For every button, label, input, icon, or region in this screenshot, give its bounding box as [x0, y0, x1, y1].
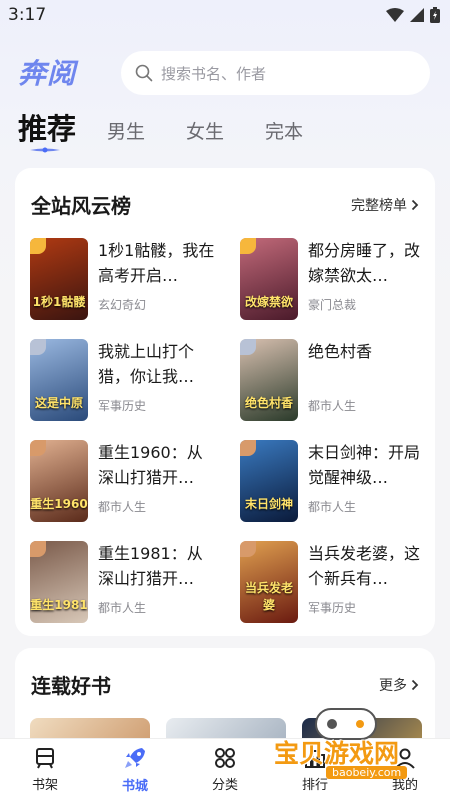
rank-badge	[240, 339, 256, 355]
nav-bookshelf[interactable]: 书架	[10, 746, 80, 793]
nav-category[interactable]: 分类	[190, 746, 260, 793]
book-category: 玄幻奇幻	[98, 298, 147, 312]
wifi-icon	[386, 8, 404, 22]
rank-badge	[30, 541, 46, 557]
category-icon	[215, 748, 235, 768]
status-time: 3:17	[8, 5, 47, 25]
tab-female[interactable]: 女生	[186, 117, 224, 154]
cover-title: 当兵发老婆	[244, 581, 293, 612]
book-cover[interactable]: 改嫁禁欲	[240, 238, 298, 320]
book-item[interactable]: 末日剑神 末日剑神：开局觉醒神级… 都市人生	[240, 440, 420, 522]
book-category: 都市人生	[308, 500, 357, 514]
ranking-card: 全站风云榜 完整榜单 1秒1骷髅 1秒1骷髅，我在高考开启… 玄幻奇幻 改嫁禁欲 都分房…	[15, 168, 435, 636]
rank-badge	[30, 238, 46, 254]
cover-title: 末日剑神	[244, 497, 293, 511]
book-info: 末日剑神：开局觉醒神级… 都市人生	[308, 440, 420, 522]
book-info: 1秒1骷髅，我在高考开启… 玄幻奇幻	[98, 238, 218, 320]
cover-title: 重生1960	[30, 497, 88, 511]
book-item[interactable]: 改嫁禁欲 都分房睡了，改嫁禁欲太… 豪门总裁	[240, 238, 420, 320]
book-title[interactable]: 末日剑神：开局觉醒神级…	[308, 440, 420, 490]
category-tabs: 推荐 男生 女生 完本	[18, 106, 344, 154]
app-logo: 奔阅	[18, 57, 77, 90]
chevron-right-icon	[411, 199, 419, 210]
book-info: 我就上山打个猎，你让我… 军事历史	[98, 339, 218, 421]
book-info: 重生1960：从深山打猎开… 都市人生	[98, 440, 218, 522]
cover-title: 重生1981	[30, 598, 88, 612]
book-item[interactable]: 绝色村香 绝色村香 都市人生	[240, 339, 420, 421]
book-info: 都分房睡了，改嫁禁欲太… 豪门总裁	[308, 238, 420, 320]
book-category: 都市人生	[98, 601, 147, 615]
book-category: 都市人生	[98, 500, 147, 514]
serial-more-label: 更多	[379, 677, 407, 694]
book-cover[interactable]: 这是中原	[30, 339, 88, 421]
chevron-right-icon	[411, 679, 419, 690]
book-category: 军事历史	[308, 601, 357, 615]
rank-badge	[30, 339, 46, 355]
watermark-text: 宝贝游戏网	[274, 739, 400, 768]
book-cover[interactable]: 重生1960	[30, 440, 88, 522]
book-title[interactable]: 都分房睡了，改嫁禁欲太…	[308, 238, 420, 288]
nav-label: 书架	[31, 778, 58, 793]
status-bar: 3:17	[0, 0, 450, 32]
book-item[interactable]: 重生1960 重生1960：从深山打猎开… 都市人生	[30, 440, 240, 522]
full-ranking-link[interactable]: 完整榜单	[351, 195, 419, 215]
full-ranking-label: 完整榜单	[351, 197, 407, 214]
rank-badge	[30, 440, 46, 456]
book-title[interactable]: 当兵发老婆，这个新兵有…	[308, 541, 420, 591]
book-info: 绝色村香 都市人生	[308, 339, 420, 421]
search-input[interactable]: 搜索书名、作者	[121, 51, 430, 95]
book-cover[interactable]: 绝色村香	[240, 339, 298, 421]
rank-badge	[240, 541, 256, 557]
cover-title: 这是中原	[34, 396, 83, 410]
book-title[interactable]: 重生1981：从深山打猎开…	[98, 541, 218, 591]
book-item[interactable]: 1秒1骷髅 1秒1骷髅，我在高考开启… 玄幻奇幻	[30, 238, 240, 320]
nav-bookstore[interactable]: 书城	[100, 745, 170, 794]
book-item[interactable]: 当兵发老婆 当兵发老婆，这个新兵有… 军事历史	[240, 541, 420, 623]
rank-badge	[240, 238, 256, 254]
search-placeholder: 搜索书名、作者	[161, 64, 267, 83]
book-cover[interactable]: 末日剑神	[240, 440, 298, 522]
rocket-icon	[125, 748, 145, 768]
book-title[interactable]: 1秒1骷髅，我在高考开启…	[98, 238, 218, 288]
nav-label: 分类	[211, 778, 238, 793]
book-item[interactable]: 这是中原 我就上山打个猎，你让我… 军事历史	[30, 339, 240, 421]
book-title[interactable]: 重生1960：从深山打猎开…	[98, 440, 218, 490]
battery-icon	[430, 7, 440, 23]
ranking-title: 全站风云榜	[31, 194, 131, 218]
book-cover[interactable]: 1秒1骷髅	[30, 238, 88, 320]
cover-title: 改嫁禁欲	[244, 295, 293, 309]
signal-icon	[410, 8, 424, 22]
cover-title: 绝色村香	[244, 396, 293, 410]
status-icons	[386, 7, 440, 23]
book-category: 都市人生	[308, 399, 357, 413]
nav-label: 书城	[121, 779, 148, 794]
book-info: 重生1981：从深山打猎开… 都市人生	[98, 541, 218, 623]
tab-male[interactable]: 男生	[107, 117, 145, 154]
book-cover[interactable]: 重生1981	[30, 541, 88, 623]
bookshelf-icon	[36, 748, 54, 769]
tab-indicator	[30, 147, 60, 153]
cover-title: 1秒1骷髅	[32, 295, 86, 309]
watermark-url: baobeiy.com	[326, 766, 408, 779]
book-cover[interactable]: 当兵发老婆	[240, 541, 298, 623]
serial-title: 连载好书	[31, 674, 111, 698]
search-icon	[135, 64, 153, 82]
book-title[interactable]: 绝色村香	[308, 339, 420, 389]
book-category: 军事历史	[98, 399, 147, 413]
serial-more-link[interactable]: 更多	[379, 675, 419, 695]
book-title[interactable]: 我就上山打个猎，你让我…	[98, 339, 218, 389]
tab-completed[interactable]: 完本	[265, 117, 303, 154]
book-item[interactable]: 重生1981 重生1981：从深山打猎开… 都市人生	[30, 541, 240, 623]
ranking-grid: 1秒1骷髅 1秒1骷髅，我在高考开启… 玄幻奇幻 改嫁禁欲 都分房睡了，改嫁禁欲太… 豪门…	[30, 238, 420, 623]
book-category: 豪门总裁	[308, 298, 357, 312]
rank-badge	[240, 440, 256, 456]
book-info: 当兵发老婆，这个新兵有… 军事历史	[308, 541, 420, 623]
